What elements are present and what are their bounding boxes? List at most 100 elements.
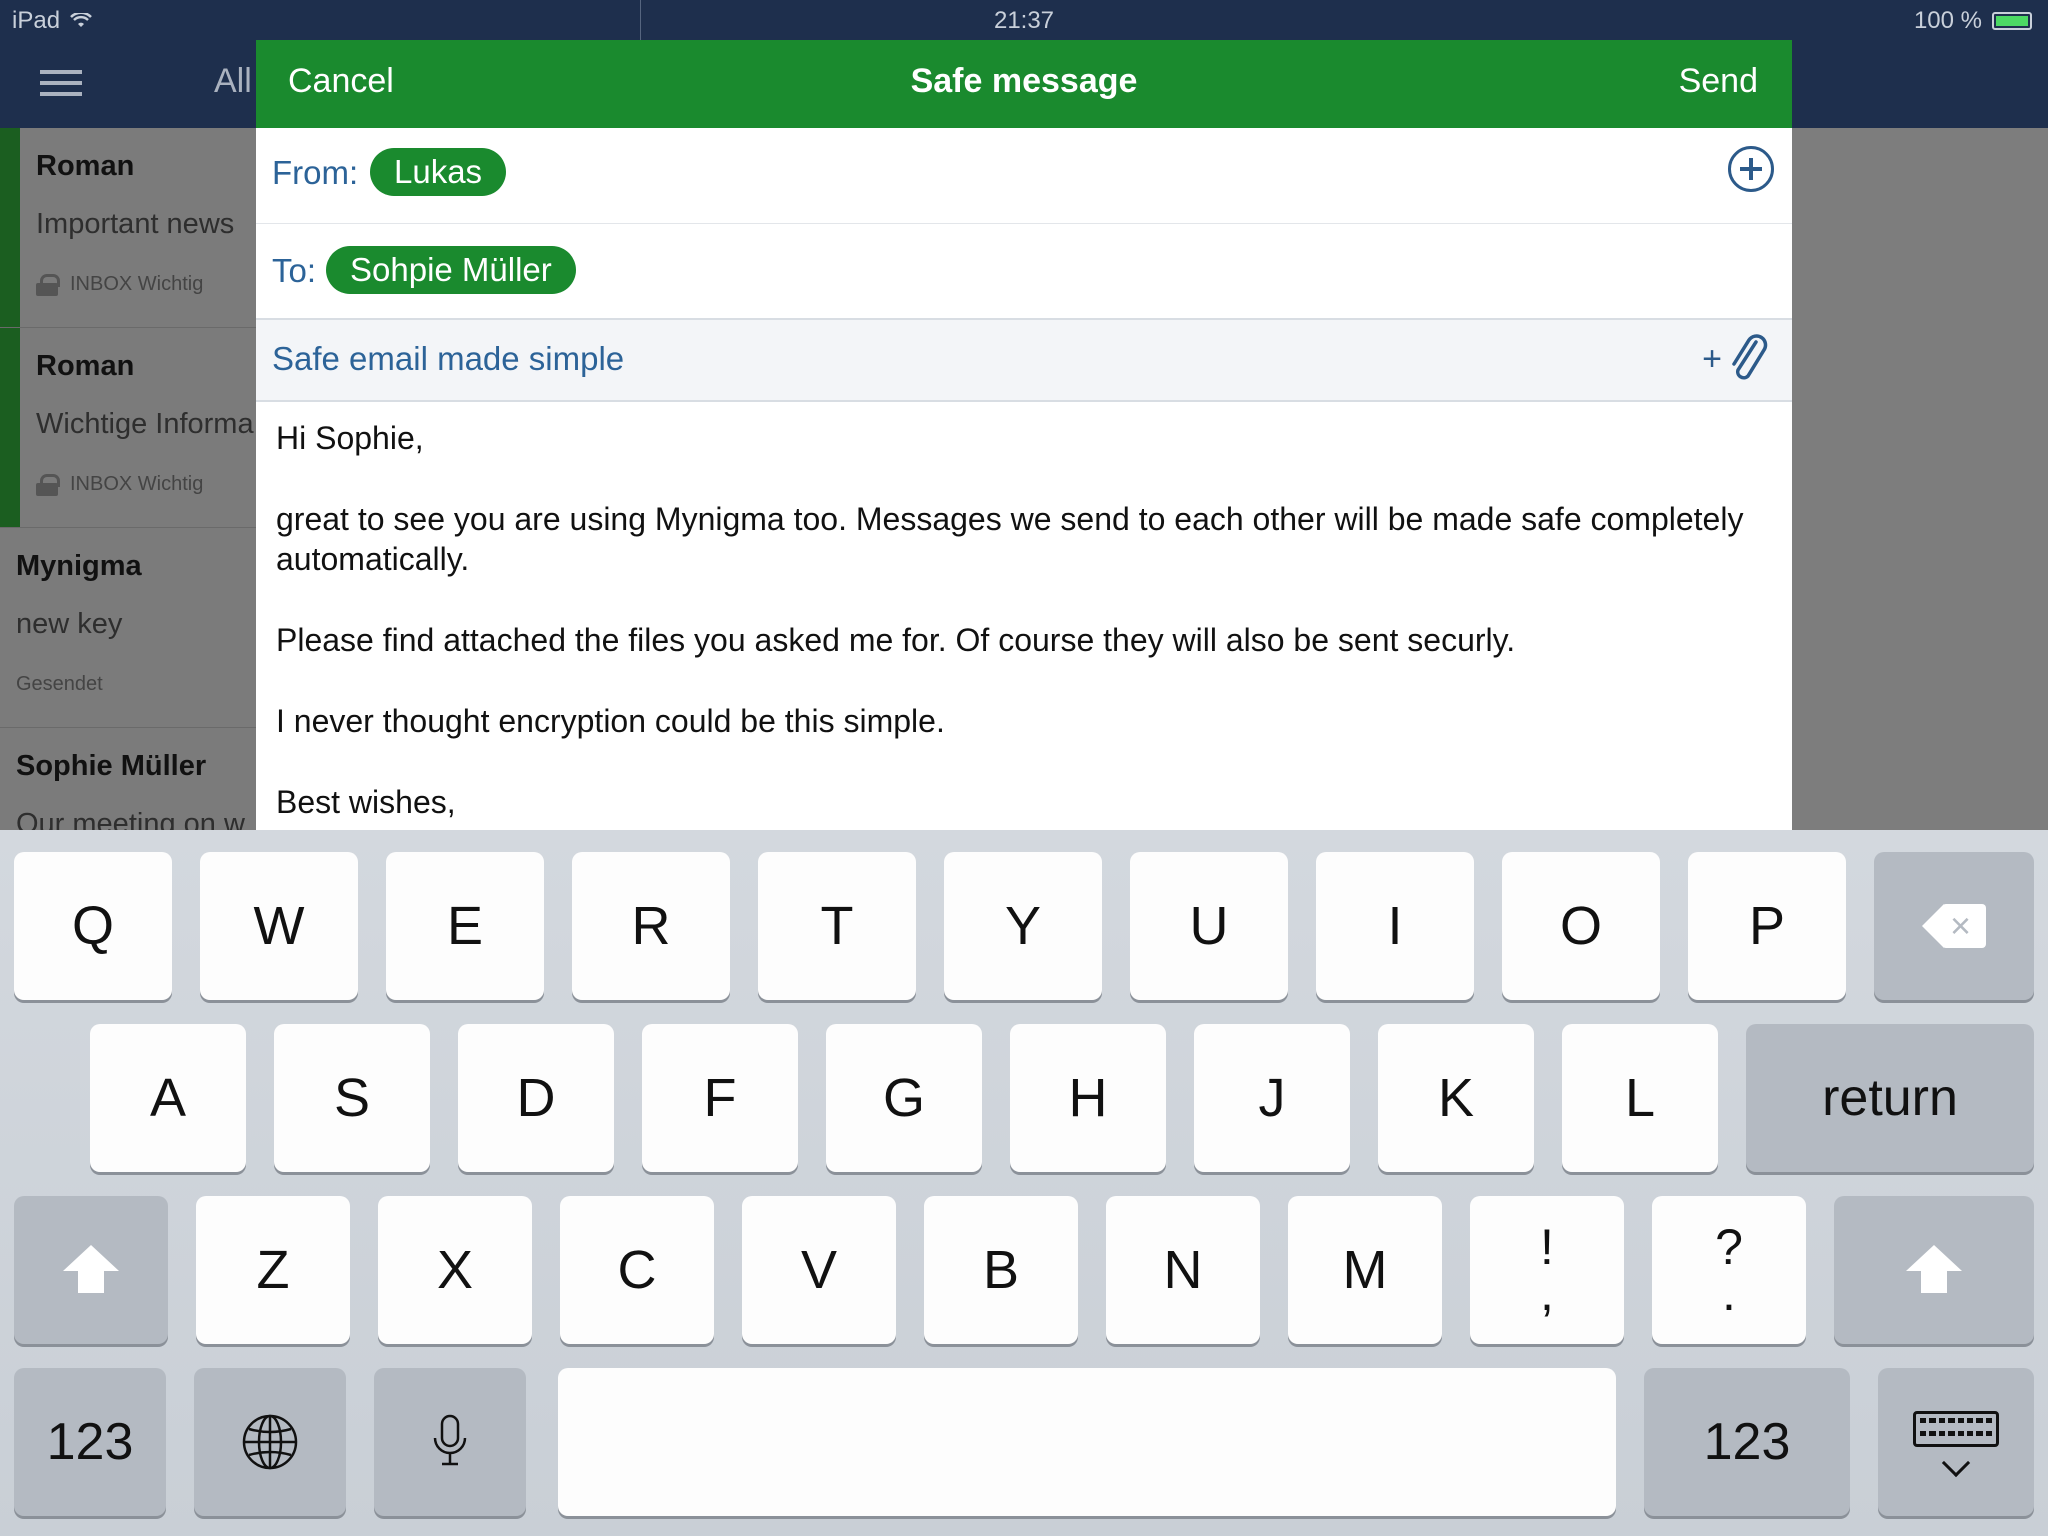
globe-icon bbox=[242, 1414, 298, 1470]
key-r[interactable]: R bbox=[572, 852, 730, 1000]
key-f[interactable]: F bbox=[642, 1024, 798, 1172]
key-y[interactable]: Y bbox=[944, 852, 1102, 1000]
to-row: To: Sohpie Müller bbox=[256, 224, 1792, 320]
onscreen-keyboard: Q W E R T Y U I O P × A S D F G H J K L … bbox=[0, 830, 2048, 1536]
mail-list-item[interactable]: Roman Wichtige Informa INBOX Wichtig bbox=[0, 328, 256, 528]
numbers-key[interactable]: 123 bbox=[14, 1368, 166, 1516]
mail-sender: Roman bbox=[36, 350, 135, 382]
key-question-period[interactable]: ? . bbox=[1652, 1196, 1806, 1344]
menu-icon[interactable] bbox=[40, 70, 82, 96]
dismiss-keyboard-key[interactable] bbox=[1878, 1368, 2034, 1516]
backspace-icon: × bbox=[1922, 904, 1986, 948]
mail-list: Roman Important news INBOX Wichtig Roman… bbox=[0, 128, 256, 830]
key-z[interactable]: Z bbox=[196, 1196, 350, 1344]
return-key[interactable]: return bbox=[1746, 1024, 2034, 1172]
shift-key-right[interactable] bbox=[1834, 1196, 2034, 1344]
status-time: 21:37 bbox=[993, 7, 1055, 34]
mail-subject: Wichtige Informa bbox=[36, 408, 254, 440]
key-o[interactable]: O bbox=[1502, 852, 1660, 1000]
lock-icon bbox=[36, 273, 60, 296]
key-d[interactable]: D bbox=[458, 1024, 614, 1172]
battery-icon bbox=[1992, 12, 2032, 30]
paperclip-icon bbox=[1732, 334, 1768, 380]
compose-modal: Cancel Safe message Send From: Lukas To:… bbox=[256, 40, 1792, 830]
mail-folder: INBOX Wichtig bbox=[36, 273, 203, 296]
add-recipient-icon[interactable] bbox=[1728, 146, 1774, 192]
status-bar: iPad 21:37 100 % bbox=[0, 0, 2048, 40]
to-chip[interactable]: Sohpie Müller bbox=[326, 246, 576, 294]
attach-plus: + bbox=[1702, 339, 1722, 378]
key-c[interactable]: C bbox=[560, 1196, 714, 1344]
compose-header: Cancel Safe message Send bbox=[256, 40, 1792, 128]
key-exclamation-comma[interactable]: ! , bbox=[1470, 1196, 1624, 1344]
mail-list-item[interactable]: Sophie Müller Our meeting on w bbox=[0, 728, 256, 830]
from-chip[interactable]: Lukas bbox=[370, 148, 507, 196]
keyboard-dismiss-icon bbox=[1913, 1411, 1999, 1478]
shift-key-left[interactable] bbox=[14, 1196, 168, 1344]
key-u[interactable]: U bbox=[1130, 852, 1288, 1000]
key-j[interactable]: J bbox=[1194, 1024, 1350, 1172]
dictation-key[interactable] bbox=[374, 1368, 526, 1516]
mail-list-item[interactable]: Mynigma new key Gesendet bbox=[0, 528, 256, 728]
keyboard-row-3: Z X C V B N M ! , ? . bbox=[0, 1196, 2048, 1346]
mail-sender: Sophie Müller bbox=[16, 750, 207, 782]
subject-row[interactable]: Safe email made simple + bbox=[256, 320, 1792, 402]
mail-subject: Important news bbox=[36, 208, 235, 240]
mail-folder: Gesendet bbox=[16, 673, 103, 696]
mail-folder-label: INBOX Wichtig bbox=[70, 473, 204, 495]
shift-icon bbox=[1906, 1245, 1962, 1295]
key-t[interactable]: T bbox=[758, 852, 916, 1000]
key-x[interactable]: X bbox=[378, 1196, 532, 1344]
key-n[interactable]: N bbox=[1106, 1196, 1260, 1344]
mail-folder-label: INBOX Wichtig bbox=[70, 273, 204, 295]
globe-key[interactable] bbox=[194, 1368, 346, 1516]
key-e[interactable]: E bbox=[386, 852, 544, 1000]
mail-folder: INBOX Wichtig bbox=[36, 473, 203, 496]
key-top-char: ! bbox=[1540, 1219, 1554, 1275]
key-i[interactable]: I bbox=[1316, 852, 1474, 1000]
body-paragraph: Hi Sophie, bbox=[276, 420, 424, 456]
keyboard-row-4: 123 123 bbox=[0, 1368, 2048, 1518]
body-paragraph: Please find attached the files you asked… bbox=[276, 622, 1516, 658]
from-label: From: bbox=[272, 154, 359, 191]
mail-subject: new key bbox=[16, 608, 123, 640]
send-button[interactable]: Send bbox=[1679, 62, 1758, 101]
key-p[interactable]: P bbox=[1688, 852, 1846, 1000]
mail-list-item[interactable]: Roman Important news INBOX Wichtig bbox=[0, 128, 256, 328]
key-b[interactable]: B bbox=[924, 1196, 1078, 1344]
message-body[interactable]: Hi Sophie, great to see you are using My… bbox=[256, 402, 1792, 830]
keyboard-row-1: Q W E R T Y U I O P × bbox=[0, 852, 2048, 1002]
lock-icon bbox=[36, 473, 60, 496]
body-paragraph: I never thought encryption could be this… bbox=[276, 703, 945, 739]
mail-subject: Our meeting on w bbox=[16, 808, 245, 830]
key-a[interactable]: A bbox=[90, 1024, 246, 1172]
key-q[interactable]: Q bbox=[14, 852, 172, 1000]
key-w[interactable]: W bbox=[200, 852, 358, 1000]
mailbox-filter-label[interactable]: All bbox=[214, 62, 252, 101]
microphone-icon bbox=[433, 1414, 467, 1466]
key-g[interactable]: G bbox=[826, 1024, 982, 1172]
mail-sender: Mynigma bbox=[16, 550, 142, 582]
key-m[interactable]: M bbox=[1288, 1196, 1442, 1344]
add-attachment-button[interactable]: + bbox=[1702, 334, 1770, 384]
battery-percent: 100 % bbox=[1913, 7, 1982, 34]
status-right: 100 % bbox=[1914, 7, 2032, 35]
from-row: From: Lukas bbox=[256, 128, 1792, 224]
key-bottom-char: , bbox=[1540, 1265, 1554, 1321]
status-divider bbox=[640, 0, 641, 40]
space-key[interactable] bbox=[558, 1368, 1616, 1516]
key-h[interactable]: H bbox=[1010, 1024, 1166, 1172]
compose-title: Safe message bbox=[910, 62, 1138, 100]
subject-field[interactable]: Safe email made simple bbox=[272, 340, 624, 378]
backspace-key[interactable]: × bbox=[1874, 852, 2034, 1000]
key-s[interactable]: S bbox=[274, 1024, 430, 1172]
shift-icon bbox=[63, 1245, 119, 1295]
numbers-key-right[interactable]: 123 bbox=[1644, 1368, 1850, 1516]
key-l[interactable]: L bbox=[1562, 1024, 1718, 1172]
key-top-char: ? bbox=[1715, 1219, 1743, 1275]
body-paragraph: Best wishes, bbox=[276, 784, 456, 820]
body-paragraph: great to see you are using Mynigma too. … bbox=[276, 501, 1744, 577]
to-label: To: bbox=[272, 252, 317, 289]
key-k[interactable]: K bbox=[1378, 1024, 1534, 1172]
key-v[interactable]: V bbox=[742, 1196, 896, 1344]
